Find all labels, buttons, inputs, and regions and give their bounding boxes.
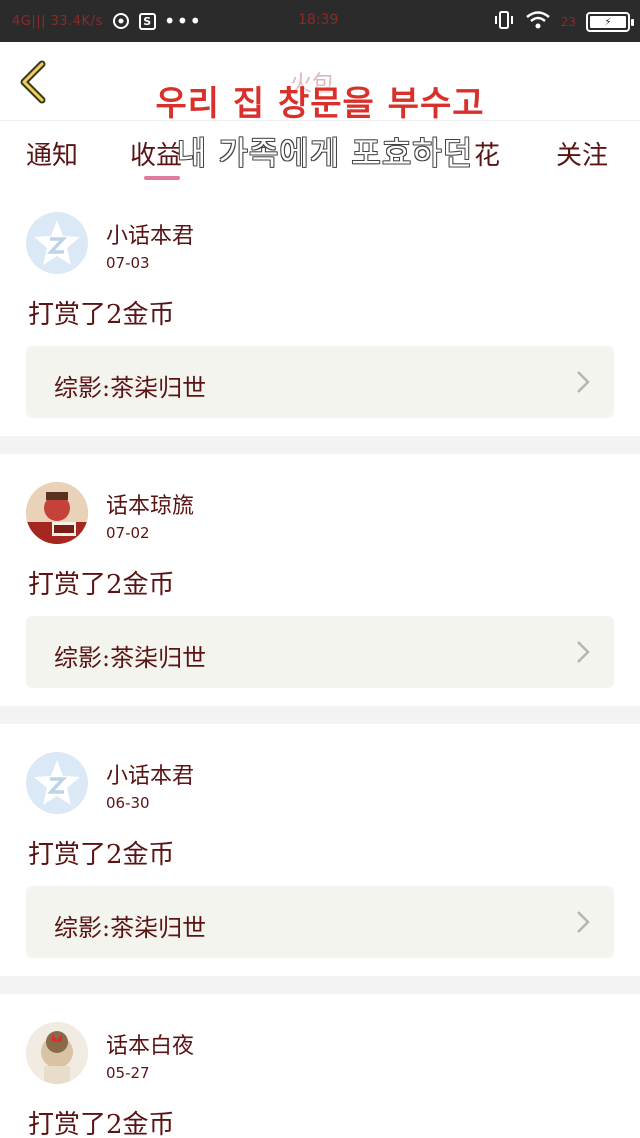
status-bar: 4G||| 33.4K/s S ••• 18:39 23 ⚡ [0,0,640,42]
avatar[interactable] [26,1022,88,1084]
avatar[interactable] [26,752,88,814]
username[interactable]: 小话本君 [106,758,194,790]
action-text: 打赏了2金币 [28,570,175,600]
avatar[interactable] [26,482,88,544]
divider [0,436,640,454]
username[interactable]: 话本白夜 [106,1028,194,1060]
app-header: 火包 우리 집 창문을 부수고 [0,42,640,124]
battery-level: 23 [560,15,576,29]
more-dots-icon: ••• [163,9,203,33]
divider [0,706,640,724]
story-link[interactable]: 综影:茶柒归世 [26,346,614,418]
wifi-icon [525,10,551,34]
story-title: 综影:茶柒归世 [54,914,207,942]
divider [0,976,640,994]
battery-icon: ⚡ [586,12,634,32]
action-text: 打赏了2金币 [28,1110,175,1138]
list-item: 小话本君 06-30 打赏了2金币 综影:茶柒归世 [0,724,640,976]
story-link[interactable]: 综影:茶柒归世 [26,886,614,958]
default-avatar-icon [34,220,80,265]
net-eye-icon [111,11,131,31]
username[interactable]: 话本琼旒 [106,488,194,520]
tab-notifications[interactable]: 通知 [26,135,78,172]
overlay-caption-subtitle: 내 가족에게 포효하던 [176,134,474,172]
chevron-right-icon [577,371,590,393]
avatar[interactable] [26,212,88,274]
s-box-icon: S [138,12,156,30]
list-item: 话本琼旒 07-02 打赏了2金币 综影:茶柒归世 [0,454,640,706]
timestamp: 07-03 [106,254,150,272]
list-item: 话本白夜 05-27 打赏了2金币 [0,994,640,1138]
action-text: 打赏了2金币 [28,840,175,870]
timestamp: 06-30 [106,794,150,812]
notification-feed: 小话本君 07-03 打赏了2金币 综影:茶柒归世 话本琼旒 07-02 打赏了… [0,184,640,1138]
timestamp: 05-27 [106,1064,150,1082]
network-speed: 4G||| 33.4K/s [12,13,103,29]
default-avatar-icon [34,760,80,805]
list-item: 小话本君 07-03 打赏了2金币 综影:茶柒归世 [0,184,640,436]
back-button[interactable] [14,58,54,106]
clock: 18:39 [298,12,339,28]
story-link[interactable]: 综影:茶柒归世 [26,616,614,688]
tab-follow[interactable]: 关注 [556,135,608,172]
user-photo-icon [26,482,88,544]
chevron-right-icon [577,911,590,933]
chevron-right-icon [577,641,590,663]
timestamp: 07-02 [106,524,150,542]
action-text: 打赏了2金币 [28,300,175,330]
story-title: 综影:茶柒归世 [54,374,207,402]
vibrate-icon [493,9,515,35]
user-photo-icon [26,1022,88,1084]
overlay-caption-title: 우리 집 창문을 부수고 [155,84,485,124]
back-arrow-icon [20,60,46,104]
story-title: 综影:茶柒归世 [54,644,207,672]
tab-active-indicator [144,176,180,180]
username[interactable]: 小话本君 [106,218,194,250]
